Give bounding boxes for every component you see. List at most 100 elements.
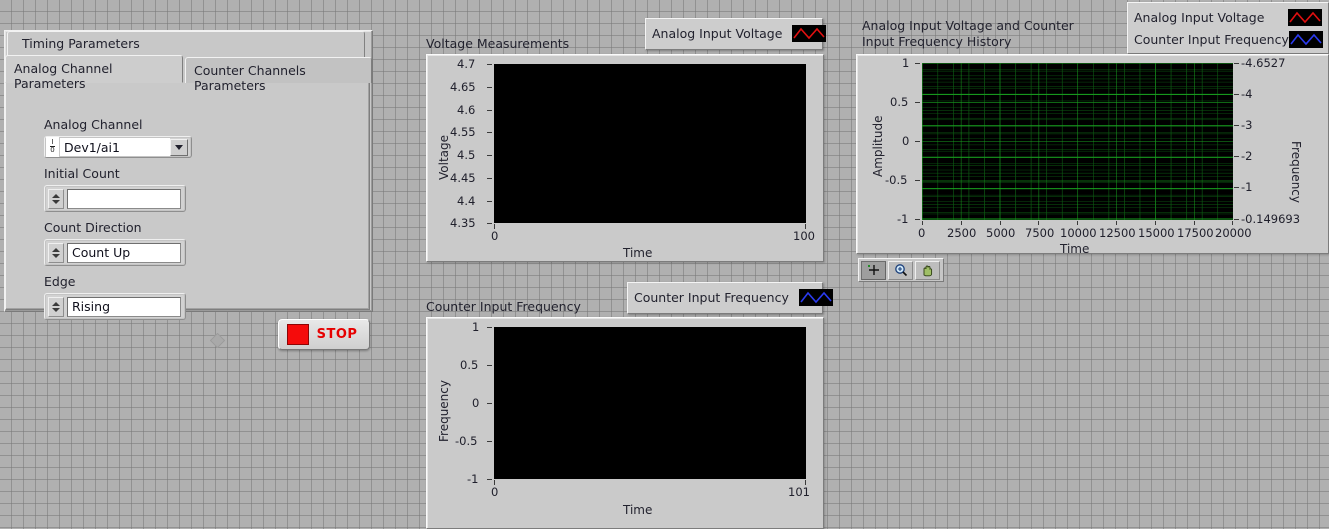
analog-channel-value[interactable]: Dev1/ai1 [60, 138, 170, 156]
voltage-chart-legend[interactable]: Analog Input Voltage [645, 18, 827, 50]
analog-channel-combo[interactable]: I0 Dev1/ai1 [44, 136, 192, 158]
history-chart-title: Analog Input Voltage and Counter Input F… [862, 18, 1092, 50]
history-chart-y2tickmark [1234, 125, 1239, 126]
voltage-chart-frame[interactable]: Voltage 4.7 4.65 4.6 4.55 4.5 4.45 4.4 4… [426, 54, 824, 262]
history-chart-y2tick: -4.6527 [1241, 56, 1286, 70]
history-chart-xtickmark [1038, 221, 1039, 225]
history-chart-y2tick: -2 [1241, 149, 1253, 163]
history-chart-ylabel: Amplitude [871, 115, 885, 178]
tab-timing-parameters[interactable]: Timing Parameters [7, 31, 365, 58]
voltage-chart-xtick: 0 [491, 229, 499, 243]
history-chart-plot-area[interactable] [922, 63, 1233, 220]
chevron-down-icon[interactable] [170, 138, 188, 156]
counter-chart-xlabel: Time [623, 503, 653, 517]
history-chart-xtick: 12500 [1099, 226, 1136, 240]
voltage-chart-ytickmark [487, 201, 492, 202]
initial-count-input[interactable] [67, 188, 181, 209]
history-chart-xtick: 2500 [947, 226, 977, 240]
history-chart-title-line1: Analog Input Voltage and Counter [862, 18, 1074, 33]
legend-item-counter-input-frequency[interactable]: Counter Input Frequency [1134, 28, 1323, 50]
voltage-chart-xtick: 100 [793, 229, 815, 243]
graph-palette[interactable] [858, 258, 944, 282]
history-chart-grid [922, 63, 1233, 220]
history-chart-xtickmark [1194, 221, 1195, 225]
history-chart-y2tick: -1 [1241, 180, 1253, 194]
legend-item-counter-input-frequency[interactable]: Counter Input Frequency [634, 286, 833, 308]
count-direction-stepper[interactable] [48, 242, 64, 263]
history-chart-frame[interactable]: Amplitude 1 0.5 0 -0.5 -1 Frequency -4.6… [856, 54, 1329, 256]
pan-tool-icon[interactable] [915, 260, 940, 280]
counter-chart-ytick: -0.5 [455, 434, 478, 448]
count-direction-control[interactable]: Count Up [44, 239, 186, 266]
tab-counter-channels-parameters[interactable]: Counter Channels Parameters [185, 57, 372, 93]
voltage-chart-ytick: 4.6 [457, 103, 476, 117]
edge-label: Edge [44, 274, 76, 289]
stop-led-icon [287, 324, 309, 345]
history-chart-xtick: 15000 [1138, 226, 1175, 240]
initial-count-stepper[interactable] [48, 188, 64, 209]
initial-count-label: Initial Count [44, 166, 120, 181]
history-chart-xtick: 20000 [1215, 226, 1252, 240]
voltage-chart-ytickmark [487, 155, 492, 156]
history-chart-y2tickmark [1234, 219, 1239, 220]
counter-chart-frame[interactable]: Frequency 1 0.5 0 -0.5 -1 0 101 Time [426, 317, 824, 529]
history-chart-xtickmark [1232, 221, 1233, 225]
plot-line-icon[interactable] [1288, 8, 1322, 26]
counter-chart-ytickmark [487, 479, 492, 480]
parameters-tab-control[interactable]: Timing Parameters Counter Channels Param… [4, 30, 373, 320]
edge-value[interactable]: Rising [67, 296, 181, 317]
history-chart-ytickmark [915, 180, 920, 181]
history-chart-xtick: 17500 [1177, 226, 1214, 240]
cursor-tool-icon[interactable] [861, 260, 886, 280]
history-chart-ytick: -1 [897, 212, 909, 226]
voltage-chart-ytickmark [487, 87, 492, 88]
voltage-chart-plot-area[interactable] [494, 64, 806, 223]
count-direction-value[interactable]: Count Up [67, 242, 181, 263]
history-chart-y2tick: -3 [1241, 118, 1253, 132]
legend-item-analog-input-voltage[interactable]: Analog Input Voltage [652, 22, 827, 44]
counter-chart-ytick: 0.5 [460, 358, 479, 372]
count-direction-label: Count Direction [44, 220, 142, 235]
counter-chart-ytickmark [487, 441, 492, 442]
initial-count-control[interactable] [44, 185, 186, 212]
history-chart-legend[interactable]: Analog Input Voltage Counter Input Frequ… [1127, 2, 1329, 54]
counter-chart-xtick: 101 [788, 485, 810, 499]
tab-strip: Timing Parameters Counter Channels Param… [5, 31, 372, 93]
voltage-chart-ytick: 4.55 [450, 125, 476, 139]
legend-item-analog-input-voltage-label: Analog Input Voltage [1134, 9, 1265, 25]
plot-line-icon[interactable] [798, 288, 833, 306]
history-chart-xtick: 0 [918, 226, 926, 240]
voltage-chart-ytick: 4.35 [450, 216, 476, 230]
edge-control[interactable]: Rising [44, 293, 186, 320]
counter-chart-legend[interactable]: Counter Input Frequency [627, 282, 833, 314]
voltage-chart-ytickmark [487, 64, 492, 65]
counter-chart-ytick: 1 [472, 320, 480, 334]
history-chart-ytickmark [915, 219, 920, 220]
history-chart-y2label: Frequency [1289, 141, 1303, 203]
counter-chart-ytick: -1 [467, 472, 479, 486]
voltage-chart-ytick: 4.45 [450, 171, 476, 185]
history-chart-ytickmark [915, 63, 920, 64]
voltage-chart-ytick: 4.65 [450, 80, 476, 94]
edge-stepper[interactable] [48, 296, 64, 317]
voltage-chart-ytickmark [487, 223, 492, 224]
counter-chart-ytickmark [487, 365, 492, 366]
counter-chart-plot-area[interactable] [494, 327, 806, 479]
plot-line-icon[interactable] [792, 24, 827, 42]
voltage-chart-ytick: 4.4 [457, 194, 476, 208]
counter-chart-ylabel: Frequency [437, 380, 451, 442]
history-chart-xtick: 7500 [1025, 226, 1055, 240]
history-chart-xtickmark [1116, 221, 1117, 225]
history-chart-y2tickmark [1234, 94, 1239, 95]
history-chart-ytickmark [915, 141, 920, 142]
voltage-chart-ylabel: Voltage [437, 134, 451, 180]
plot-line-icon[interactable] [1288, 30, 1323, 48]
history-chart-title-line2: Input Frequency History [862, 34, 1012, 49]
stop-button[interactable]: STOP [278, 319, 370, 350]
zoom-tool-icon[interactable] [888, 260, 913, 280]
analog-channel-label: Analog Channel [44, 117, 143, 132]
history-chart-y2tickmark [1234, 187, 1239, 188]
history-chart-y2tickmark [1234, 63, 1239, 64]
legend-item-analog-input-voltage[interactable]: Analog Input Voltage [1134, 6, 1322, 28]
tab-analog-channel-parameters[interactable]: Analog Channel Parameters [5, 55, 183, 91]
